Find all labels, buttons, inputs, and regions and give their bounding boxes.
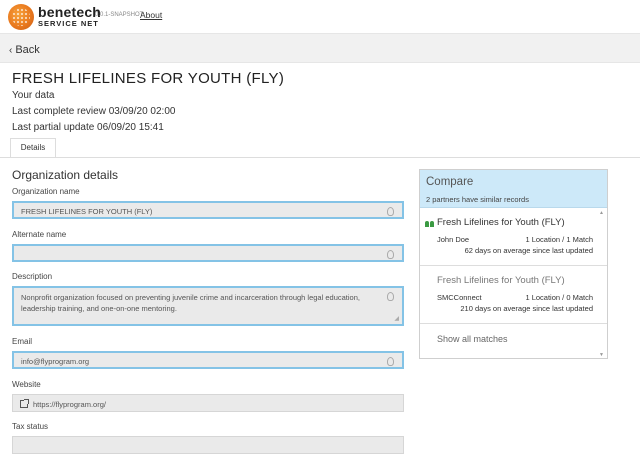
compare-item-name: Fresh Lifelines for Youth (FLY) (437, 275, 565, 286)
compare-header: Compare 2 partners have similar records (420, 170, 607, 208)
back-bar: ‹ Back (0, 33, 640, 63)
organization-name-value: FRESH LIFELINES FOR YOUTH (FLY) (21, 207, 153, 216)
scroll-down-icon[interactable]: ▼ (599, 352, 604, 358)
compare-item-matches: 1 Location / 1 Match (525, 235, 593, 244)
data-owner-label: Your data (12, 90, 55, 101)
website-label: Website (12, 380, 41, 389)
tax-status-label: Tax status (12, 422, 49, 431)
description-label: Description (12, 272, 53, 281)
logo-texture (12, 8, 30, 26)
top-bar: benetech SERVICE NET 0.0.1-SNAPSHOT Abou… (0, 0, 640, 32)
compare-item[interactable]: Fresh Lifelines for Youth (FLY) SMCConne… (420, 267, 607, 324)
compare-subtitle: 2 partners have similar records (426, 195, 529, 204)
alternate-name-label: Alternate name (12, 230, 67, 239)
lightbulb-icon[interactable] (387, 357, 394, 366)
brand-name: benetech (38, 4, 102, 20)
tab-details[interactable]: Details (10, 138, 56, 158)
lightbulb-icon[interactable] (387, 207, 394, 216)
description-field[interactable]: Nonprofit organization focused on preven… (12, 286, 404, 326)
organization-name-label: Organization name (12, 187, 80, 196)
external-link-icon[interactable] (20, 399, 29, 408)
description-value: Nonprofit organization focused on preven… (21, 293, 360, 313)
chevron-left-icon: ‹ (9, 45, 13, 56)
back-label: Back (15, 44, 40, 56)
resize-handle-icon[interactable]: ◢ (394, 315, 399, 322)
website-value: https://flyprogram.org/ (33, 400, 106, 409)
lightbulb-icon[interactable] (387, 292, 394, 301)
email-value: info@flyprogram.org (21, 357, 90, 366)
email-field[interactable]: info@flyprogram.org (12, 351, 404, 369)
brand-subtitle: SERVICE NET (38, 19, 99, 28)
scroll-up-icon[interactable]: ▲ (599, 210, 604, 216)
lightbulb-icon[interactable] (387, 250, 394, 259)
compare-scrollbar[interactable]: ▲ ▼ (599, 210, 605, 358)
tax-status-field[interactable] (12, 436, 404, 454)
compare-item-updated: 62 days on average since last updated (464, 246, 593, 255)
website-field[interactable]: https://flyprogram.org/ (12, 394, 404, 412)
last-partial-update: Last partial update 06/09/20 15:41 (12, 122, 164, 133)
section-title: Organization details (12, 168, 119, 182)
back-button[interactable]: ‹ Back (9, 44, 40, 56)
version-label: 0.0.1-SNAPSHOT (95, 12, 144, 18)
email-label: Email (12, 337, 33, 346)
about-link[interactable]: About (140, 10, 162, 20)
compare-item-owner: SMCConnect (437, 293, 482, 302)
people-icon (425, 220, 434, 227)
compare-item-matches: 1 Location / 0 Match (525, 293, 593, 302)
alternate-name-field[interactable] (12, 244, 404, 262)
compare-item[interactable]: Fresh Lifelines for Youth (FLY) John Doe… (420, 209, 607, 266)
compare-item-name: Fresh Lifelines for Youth (FLY) (437, 217, 565, 228)
compare-item-owner: John Doe (437, 235, 470, 244)
page-title: FRESH LIFELINES FOR YOUTH (FLY) (12, 70, 285, 87)
compare-item-updated: 210 days on average since last updated (460, 304, 593, 313)
show-all-matches-link[interactable]: Show all matches (437, 334, 508, 344)
tab-divider (0, 157, 640, 158)
compare-panel: Compare 2 partners have similar records … (419, 169, 608, 359)
compare-title: Compare (426, 176, 474, 188)
last-complete-review: Last complete review 03/09/20 02:00 (12, 106, 176, 117)
organization-name-field[interactable]: FRESH LIFELINES FOR YOUTH (FLY) (12, 201, 404, 219)
